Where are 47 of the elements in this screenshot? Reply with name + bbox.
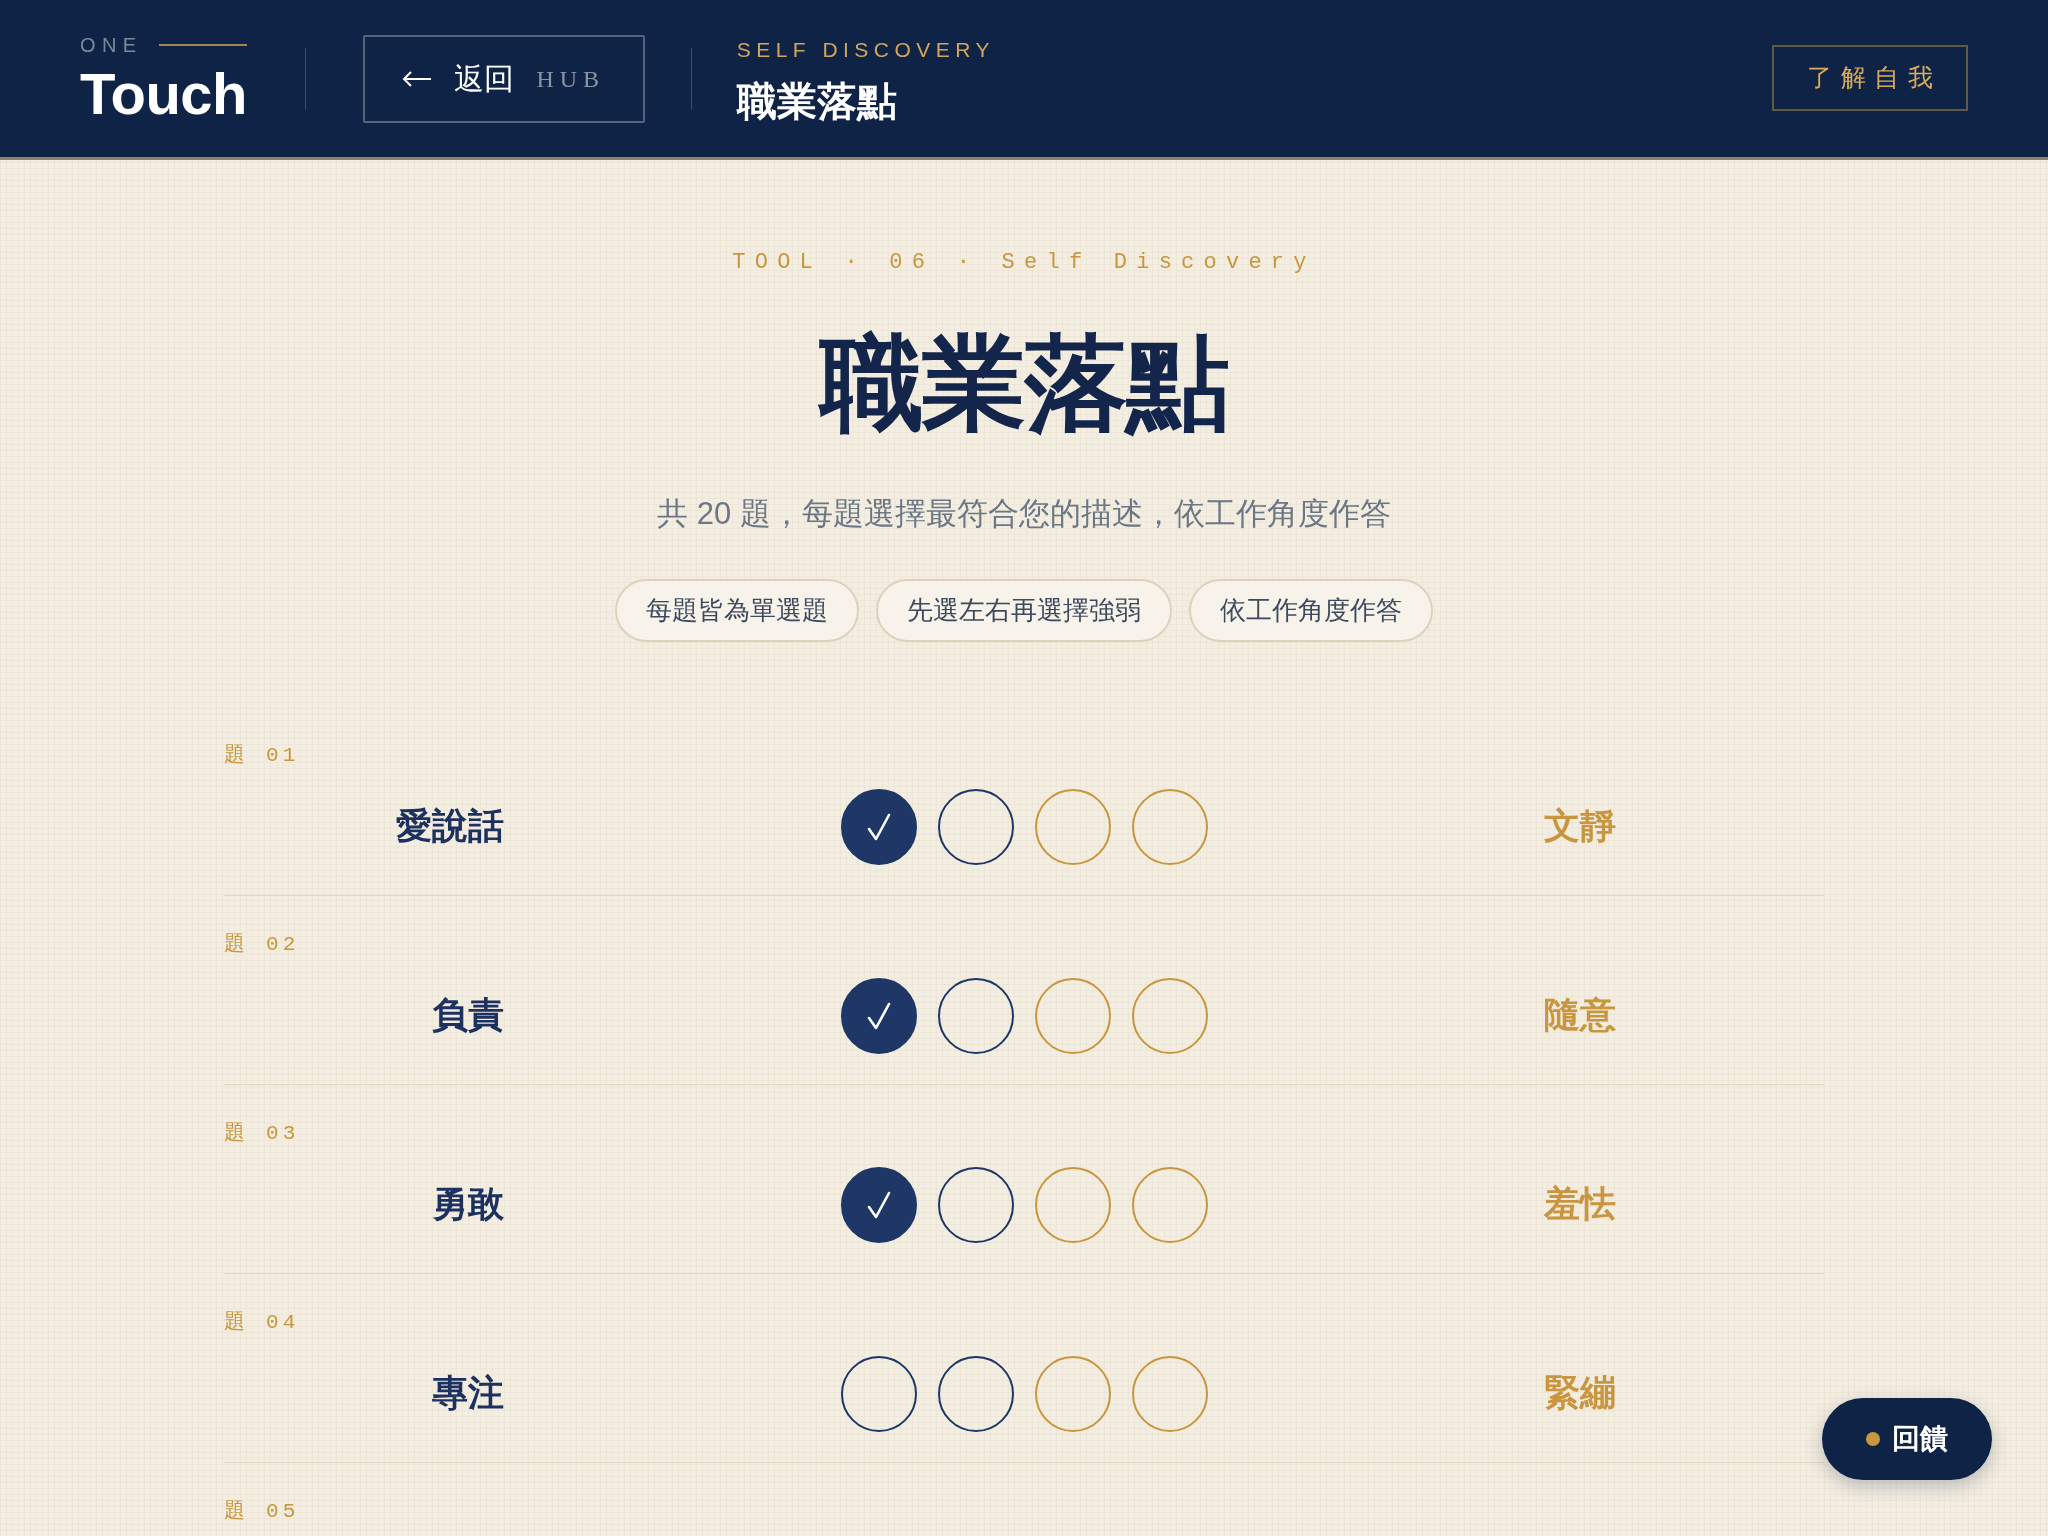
about-button[interactable]: 了解自我 [1772, 44, 1968, 111]
radio-button[interactable] [937, 978, 1014, 1054]
left-trait: 勇敢 [432, 1185, 504, 1225]
logo-caption: ONE [80, 34, 143, 55]
right-trait: 隨意 [1544, 996, 1616, 1036]
radio-button[interactable] [840, 1167, 917, 1243]
feedback-button[interactable]: 回饋 [1822, 1398, 1992, 1480]
arrow-left-icon [402, 70, 433, 87]
question-number: 題 05 [224, 1501, 300, 1523]
right-trait: 緊繃 [1544, 1374, 1616, 1414]
check-icon [866, 1002, 891, 1030]
radio-button[interactable] [1131, 789, 1208, 865]
right-trait: 文靜 [1544, 807, 1616, 847]
info-tag: 依工作角度作答 [1189, 579, 1433, 642]
radio-button[interactable] [1131, 1356, 1208, 1432]
section-eyebrow: SELF DISCOVERY [736, 39, 995, 60]
back-button[interactable]: 返回 HUB [362, 34, 645, 123]
question-number: 題 02 [224, 934, 300, 956]
radio-button[interactable] [1034, 789, 1111, 865]
section-title: 職業落點 [736, 82, 897, 122]
radio-button[interactable] [1034, 1167, 1111, 1243]
info-tag: 每題皆為單選題 [615, 579, 859, 642]
radio-button[interactable] [937, 789, 1014, 865]
right-trait: 羞怯 [1544, 1185, 1616, 1225]
check-icon [866, 1191, 891, 1219]
question-number: 題 04 [224, 1312, 300, 1334]
radio-button[interactable] [937, 1356, 1014, 1432]
page-title: 職業落點 [820, 332, 1228, 436]
tool-eyebrow: TOOL · 06 · Self Discovery [732, 252, 1316, 274]
radio-button[interactable] [1034, 978, 1111, 1054]
left-trait: 負責 [432, 996, 504, 1036]
radio-button[interactable] [937, 1167, 1014, 1243]
radio-button[interactable] [840, 1356, 917, 1432]
radio-button[interactable] [840, 978, 917, 1054]
page-subtitle: 共 20 題，每題選擇最符合您的描述，依工作角度作答 [657, 498, 1391, 529]
logo-wordmark: Touch [80, 64, 247, 123]
radio-button[interactable] [1131, 1167, 1208, 1243]
radio-button[interactable] [1131, 978, 1208, 1054]
question-number: 題 03 [224, 1123, 300, 1145]
info-tag: 先選左右再選擇強弱 [876, 579, 1172, 642]
left-trait: 專注 [432, 1374, 504, 1414]
check-icon [866, 813, 891, 841]
radio-button[interactable] [840, 789, 917, 865]
radio-button[interactable] [1034, 1356, 1111, 1432]
dot-icon [1866, 1432, 1880, 1446]
question-number: 題 01 [224, 745, 300, 767]
left-trait: 愛說話 [396, 807, 504, 847]
